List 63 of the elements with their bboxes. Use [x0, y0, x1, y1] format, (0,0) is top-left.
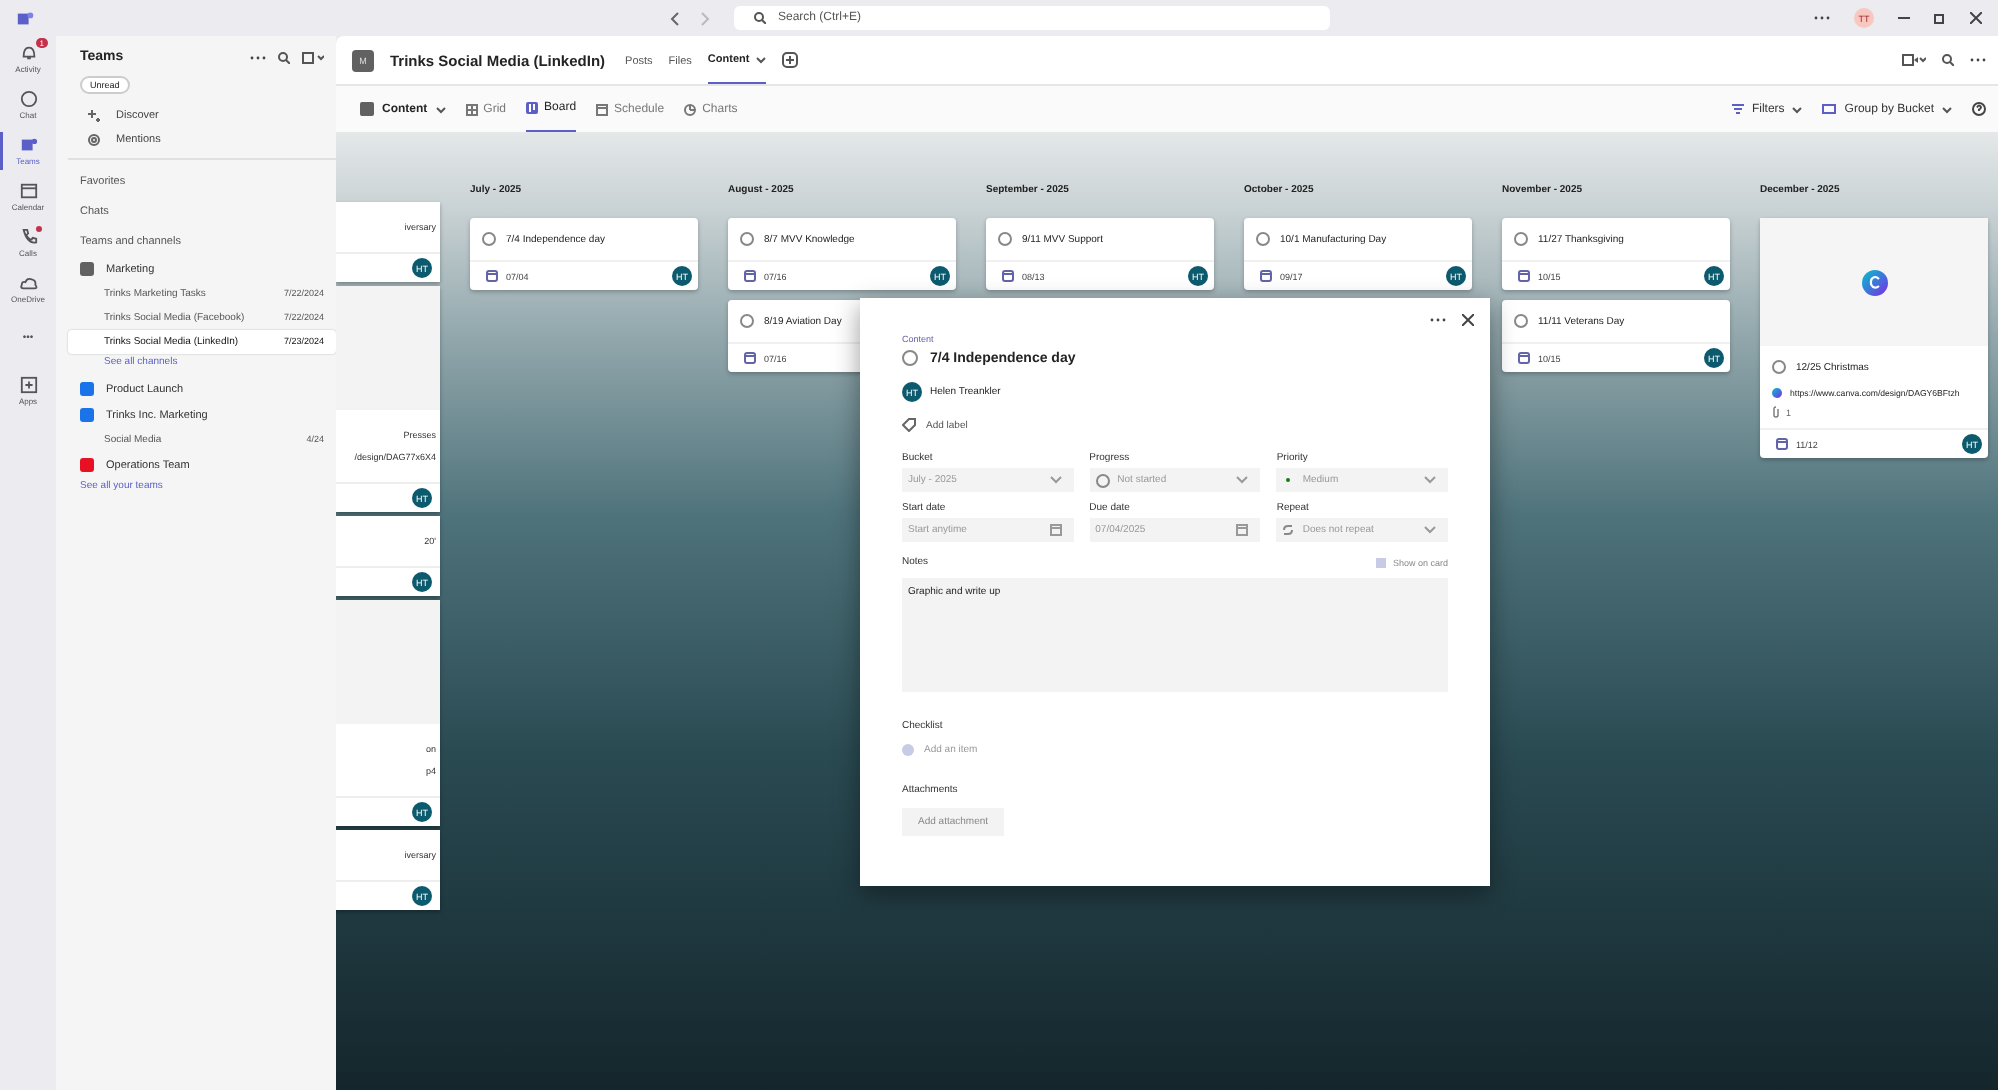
chevron-down-icon	[755, 56, 766, 64]
calendar-icon	[1776, 438, 1788, 450]
search-icon	[754, 12, 766, 24]
complete-checkbox[interactable]	[1256, 232, 1270, 246]
at-sign-icon	[88, 134, 100, 146]
chevron-down-icon	[1236, 476, 1249, 484]
grid-view-icon	[465, 103, 478, 115]
calendar-icon	[1260, 270, 1272, 282]
chevron-down-icon	[1423, 476, 1436, 484]
schedule-view-icon	[596, 103, 609, 115]
complete-checkbox[interactable]	[1514, 232, 1528, 246]
filter-icon	[1731, 104, 1744, 114]
close-icon[interactable]	[1970, 12, 1982, 24]
restore-icon[interactable]	[1934, 12, 1946, 24]
help-icon[interactable]	[1972, 102, 1986, 116]
apps-icon	[19, 376, 37, 394]
chat-icon	[19, 90, 37, 108]
complete-checkbox[interactable]	[902, 350, 918, 366]
bell-icon	[19, 44, 37, 62]
calendar-icon	[744, 270, 756, 282]
calendar-icon	[744, 352, 756, 364]
complete-checkbox[interactable]	[740, 314, 754, 328]
chevron-down-icon	[1792, 105, 1803, 113]
phone-icon	[19, 228, 37, 246]
complete-checkbox[interactable]	[1514, 314, 1528, 328]
chevron-down-icon	[435, 105, 446, 113]
chevron-down-icon	[1049, 476, 1062, 484]
group-icon	[1822, 104, 1837, 114]
calendar-icon	[1236, 524, 1249, 536]
calendar-icon	[1518, 270, 1530, 282]
chevron-down-icon	[1942, 105, 1952, 113]
checklist-circle-icon	[902, 744, 914, 756]
calendar-icon	[1518, 352, 1530, 364]
link-icon	[1772, 388, 1782, 398]
complete-checkbox[interactable]	[1772, 360, 1786, 374]
cloud-icon	[19, 274, 37, 292]
board-view-icon	[526, 102, 539, 114]
calendar-icon	[19, 182, 37, 200]
sparkle-icon	[88, 110, 100, 122]
complete-checkbox[interactable]	[740, 232, 754, 246]
complete-checkbox[interactable]	[998, 232, 1012, 246]
search-icon[interactable]	[278, 51, 290, 63]
teams-icon	[19, 136, 37, 154]
calendar-icon	[1002, 270, 1014, 282]
charts-view-icon	[684, 103, 697, 115]
complete-checkbox[interactable]	[482, 232, 496, 246]
c-logo-icon	[1861, 269, 1887, 295]
close-icon[interactable]	[1462, 314, 1474, 326]
paperclip-icon	[1772, 406, 1780, 418]
calendar-icon	[486, 270, 498, 282]
notification-dot	[35, 226, 41, 232]
show-on-card-checkbox[interactable]	[1376, 557, 1387, 567]
search-icon[interactable]	[1942, 54, 1954, 66]
compose-icon[interactable]	[302, 51, 324, 63]
tag-icon	[902, 418, 916, 432]
calendar-icon	[1049, 524, 1062, 536]
minimize-icon[interactable]	[1898, 16, 1910, 20]
video-camera-icon[interactable]	[1902, 54, 1926, 66]
teams-logo-icon	[16, 9, 34, 27]
status-circle-icon	[1095, 473, 1110, 487]
repeat-icon	[1282, 524, 1295, 536]
add-tab-icon[interactable]	[781, 52, 798, 68]
chevron-down-icon	[1423, 526, 1436, 534]
